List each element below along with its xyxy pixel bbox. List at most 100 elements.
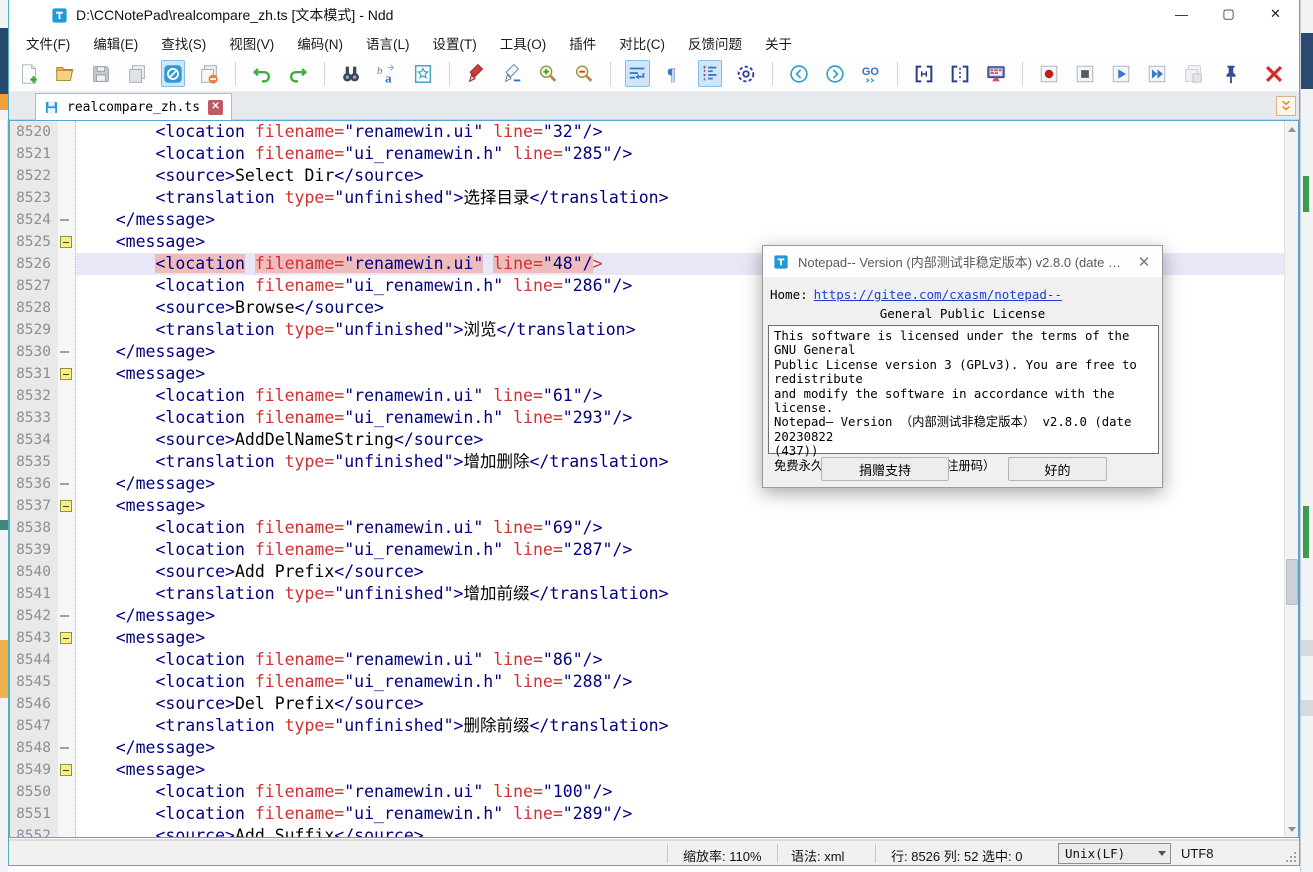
license-text-line: Public License version 3 (GPLv3). You ar… (774, 358, 1153, 387)
code-token: /> (612, 540, 632, 559)
fold-collapse-icon[interactable] (60, 500, 72, 512)
close-button[interactable]: ✕ (1252, 0, 1299, 28)
code-token: > (454, 716, 464, 735)
code-line-8548[interactable]: </message> (76, 737, 1284, 759)
close-all-button[interactable] (197, 60, 221, 87)
nav-back-button[interactable] (787, 60, 811, 87)
compare-vertical-button[interactable] (948, 60, 972, 87)
code-line-8524[interactable]: </message> (76, 209, 1284, 231)
macro-record-button[interactable] (1037, 60, 1061, 87)
code-line-8522[interactable]: <source>Select Dir</source> (76, 165, 1284, 187)
code-line-8547[interactable]: <translation type="unfinished">删除前缀</tra… (76, 715, 1284, 737)
home-label: Home: (770, 287, 808, 302)
scroll-down-arrow[interactable] (1285, 821, 1299, 837)
menu-item-4[interactable]: 编码(N) (294, 31, 346, 55)
clear-highlight-button[interactable] (500, 60, 524, 87)
fold-cell (58, 737, 76, 759)
resize-grip[interactable] (1284, 850, 1296, 862)
menu-item-9[interactable]: 对比(C) (616, 31, 668, 55)
tab-close-icon[interactable]: ✕ (208, 100, 223, 115)
code-line-8520[interactable]: <location filename="renamewin.ui" line="… (76, 121, 1284, 143)
code-token: <translation (76, 320, 285, 339)
bookmark-button[interactable] (411, 60, 435, 87)
donate-button[interactable]: 捐赠支持 (821, 457, 949, 481)
vertical-scrollbar[interactable] (1284, 121, 1298, 837)
show-whitespace-button[interactable] (734, 60, 758, 87)
fold-collapse-icon[interactable] (60, 368, 72, 380)
code-line-8543[interactable]: <message> (76, 627, 1284, 649)
code-line-8542[interactable]: </message> (76, 605, 1284, 627)
home-link[interactable]: https://gitee.com/cxasm/notepad-- (814, 287, 1062, 302)
code-line-8545[interactable]: <location filename="ui_renamewin.h" line… (76, 671, 1284, 693)
new-file-button[interactable] (17, 60, 41, 87)
goto-line-button[interactable]: GO (859, 60, 883, 87)
code-line-8549[interactable]: <message> (76, 759, 1284, 781)
dialog-close-icon[interactable]: ✕ (1134, 252, 1154, 272)
menu-item-0[interactable]: 文件(F) (23, 31, 73, 55)
open-file-button[interactable] (53, 60, 77, 87)
line-number: 8540 (10, 561, 58, 583)
code-line-8544[interactable]: <location filename="renamewin.ui" line="… (76, 649, 1284, 671)
fold-collapse-icon[interactable] (60, 236, 72, 248)
line-number: 8538 (10, 517, 58, 539)
zoom-in-button[interactable] (536, 60, 560, 87)
eol-mode-select[interactable]: Unix(LF) (1058, 843, 1171, 864)
compare-horizontal-button[interactable] (912, 60, 936, 87)
show-paragraph-button[interactable]: ¶ (662, 60, 686, 87)
word-wrap-button[interactable] (625, 60, 649, 87)
code-line-8552[interactable]: <source>Add Suffix</source> (76, 825, 1284, 838)
ok-button[interactable]: 好的 (1008, 457, 1107, 481)
scroll-up-arrow[interactable] (1285, 121, 1299, 137)
menu-item-3[interactable]: 视图(V) (226, 31, 277, 55)
screen-share-button[interactable] (984, 60, 1008, 87)
redo-button[interactable] (286, 60, 310, 87)
scrollbar-thumb[interactable] (1286, 559, 1298, 605)
code-line-8538[interactable]: <location filename="renamewin.ui" line="… (76, 517, 1284, 539)
code-line-8523[interactable]: <translation type="unfinished">选择目录</tra… (76, 187, 1284, 209)
tab-overflow-button[interactable] (1276, 96, 1296, 116)
zoom-out-button[interactable] (572, 60, 596, 87)
maximize-button[interactable]: ▢ (1205, 0, 1252, 28)
menu-item-11[interactable]: 关于 (762, 31, 795, 55)
code-line-8540[interactable]: <source>Add Prefix</source> (76, 561, 1284, 583)
macro-run-multi-button[interactable] (1145, 60, 1169, 87)
undo-button[interactable] (250, 60, 274, 87)
fold-collapse-icon[interactable] (60, 764, 72, 776)
code-line-8541[interactable]: <translation type="unfinished">增加前缀</tra… (76, 583, 1284, 605)
tab-label: realcompare_zh.ts (67, 100, 200, 115)
menu-item-6[interactable]: 设置(T) (430, 31, 480, 55)
menu-item-5[interactable]: 语言(L) (363, 31, 413, 55)
code-line-8550[interactable]: <location filename="renamewin.ui" line="… (76, 781, 1284, 803)
bookmark-icon (412, 63, 434, 85)
close-file-button[interactable] (161, 60, 185, 87)
indent-guide-button[interactable] (698, 60, 722, 87)
pin-toolbar-button[interactable] (1217, 60, 1244, 87)
find-button[interactable] (339, 60, 363, 87)
save-file-button[interactable] (89, 60, 113, 87)
macro-stop-button[interactable] (1073, 60, 1097, 87)
code-line-8546[interactable]: <source>Del Prefix</source> (76, 693, 1284, 715)
fold-cell (58, 627, 76, 649)
menu-item-8[interactable]: 插件 (566, 31, 599, 55)
code-token: </translation> (529, 452, 668, 471)
code-line-8539[interactable]: <location filename="ui_renamewin.h" line… (76, 539, 1284, 561)
menu-item-7[interactable]: 工具(O) (497, 31, 550, 55)
menu-item-1[interactable]: 编辑(E) (90, 31, 141, 55)
menu-item-10[interactable]: 反馈问题 (685, 31, 745, 55)
code-line-8521[interactable]: <location filename="ui_renamewin.h" line… (76, 143, 1284, 165)
fold-collapse-icon[interactable] (60, 632, 72, 644)
tab-realcompare[interactable]: realcompare_zh.ts ✕ (35, 93, 232, 120)
close-toolbar-button[interactable] (1260, 60, 1287, 87)
nav-forward-button[interactable] (823, 60, 847, 87)
mark-highlight-button[interactable] (464, 60, 488, 87)
save-all-button[interactable] (125, 60, 149, 87)
code-line-8551[interactable]: <location filename="ui_renamewin.h" line… (76, 803, 1284, 825)
macro-play-button[interactable] (1109, 60, 1133, 87)
minimize-button[interactable]: — (1158, 0, 1205, 28)
macro-save-button[interactable] (1181, 60, 1205, 87)
fold-cell (58, 517, 76, 539)
toolbar-separator (897, 62, 898, 86)
code-line-8537[interactable]: <message> (76, 495, 1284, 517)
replace-button[interactable]: ba (375, 60, 399, 87)
menu-item-2[interactable]: 查找(S) (158, 31, 209, 55)
